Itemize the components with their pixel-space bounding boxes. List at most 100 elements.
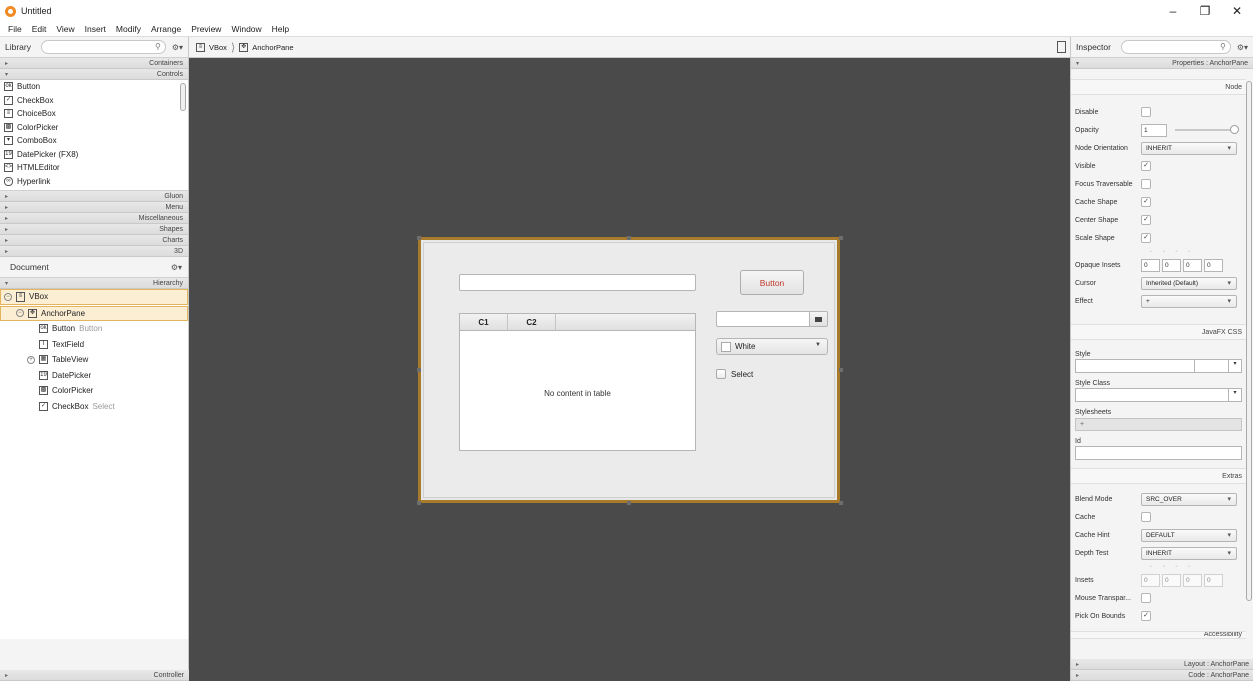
menu-file[interactable]: File bbox=[3, 24, 27, 34]
calendar-icon[interactable] bbox=[809, 312, 827, 326]
checkbox-box[interactable] bbox=[716, 369, 726, 379]
style-value-field[interactable] bbox=[1195, 360, 1229, 372]
slider-knob[interactable] bbox=[1230, 125, 1239, 134]
cursor-select[interactable]: Inherited (Default) bbox=[1141, 276, 1237, 290]
mouse-transparent-checkbox[interactable] bbox=[1141, 593, 1151, 603]
blend-mode-select[interactable]: SRC_OVER bbox=[1141, 492, 1237, 506]
minimize-button[interactable]: – bbox=[1157, 0, 1189, 22]
tree-item-datepicker[interactable]: 19 DatePicker bbox=[0, 368, 188, 384]
canvas-datepicker[interactable] bbox=[716, 311, 828, 327]
library-section-containers[interactable]: ▸ Containers bbox=[0, 58, 188, 69]
gear-icon[interactable]: ⚙▾ bbox=[172, 43, 183, 52]
style-class-field[interactable] bbox=[1076, 389, 1229, 401]
library-section-menu[interactable]: ▸ Menu bbox=[0, 202, 188, 213]
tree-item-textfield[interactable]: I TextField bbox=[0, 337, 188, 353]
document-section-hierarchy[interactable]: ▾ Hierarchy bbox=[0, 278, 188, 289]
design-canvas[interactable]: Button C1 C2 No content in table White ▼… bbox=[189, 58, 1070, 681]
library-search-input[interactable]: ⚲ bbox=[40, 40, 166, 54]
style-input[interactable]: ▾ bbox=[1075, 359, 1242, 373]
menu-help[interactable]: Help bbox=[267, 24, 294, 34]
gear-icon[interactable]: ⚙▾ bbox=[1237, 43, 1248, 52]
tree-item-button[interactable]: ok Button Button bbox=[0, 321, 188, 337]
style-class-input[interactable]: ▾ bbox=[1075, 388, 1242, 402]
add-stylesheet-button[interactable]: + bbox=[1075, 418, 1242, 431]
library-item-checkbox[interactable]: ✓ CheckBox bbox=[0, 94, 188, 108]
id-input[interactable] bbox=[1075, 446, 1242, 460]
menu-insert[interactable]: Insert bbox=[80, 24, 111, 34]
focus-traversable-checkbox[interactable] bbox=[1141, 179, 1151, 189]
canvas-checkbox[interactable]: Select bbox=[716, 369, 753, 379]
pick-on-bounds-checkbox[interactable]: ✓ bbox=[1141, 611, 1151, 621]
disable-checkbox[interactable] bbox=[1141, 107, 1151, 117]
cache-shape-checkbox[interactable]: ✓ bbox=[1141, 197, 1151, 207]
scale-shape-checkbox[interactable]: ✓ bbox=[1141, 233, 1151, 243]
tree-item-colorpicker[interactable]: ▩ ColorPicker bbox=[0, 383, 188, 399]
library-section-shapes[interactable]: ▸ Shapes bbox=[0, 224, 188, 235]
canvas-colorpicker[interactable]: White ▼ bbox=[716, 338, 828, 355]
breadcrumb-item-anchorpane[interactable]: ✥ AnchorPane bbox=[239, 42, 294, 52]
tree-item-anchorpane[interactable]: − ✥ AnchorPane bbox=[0, 305, 188, 321]
resize-handle[interactable] bbox=[417, 236, 421, 240]
inset-right-input[interactable]: 0 bbox=[1162, 258, 1181, 272]
inset-top-input[interactable]: 0 bbox=[1141, 258, 1160, 272]
code-section[interactable]: ▸ Code : AnchorPane bbox=[1071, 670, 1253, 681]
document-icon[interactable] bbox=[1057, 41, 1066, 53]
restore-button[interactable]: ❐ bbox=[1189, 0, 1221, 22]
breadcrumb-item-vbox[interactable]: ≡ VBox bbox=[196, 42, 227, 52]
menu-window[interactable]: Window bbox=[226, 24, 266, 34]
resize-handle[interactable] bbox=[839, 368, 843, 372]
library-scrollbar[interactable] bbox=[180, 83, 186, 111]
resize-handle[interactable] bbox=[839, 501, 843, 505]
library-section-controls[interactable]: ▾ Controls bbox=[0, 69, 188, 80]
close-button[interactable]: ✕ bbox=[1221, 0, 1253, 22]
menu-edit[interactable]: Edit bbox=[27, 24, 52, 34]
tree-item-vbox[interactable]: − ≡ VBox bbox=[0, 289, 188, 305]
properties-section[interactable]: ▾ Properties : AnchorPane bbox=[1071, 58, 1253, 69]
resize-handle[interactable] bbox=[627, 236, 631, 240]
library-item-button[interactable]: ok Button bbox=[0, 80, 188, 94]
opacity-slider[interactable] bbox=[1175, 125, 1239, 134]
gear-icon[interactable]: ⚙▾ bbox=[171, 263, 182, 272]
library-section-3d[interactable]: ▸ 3D bbox=[0, 246, 188, 257]
layout-section[interactable]: ▸ Layout : AnchorPane bbox=[1071, 659, 1253, 670]
dropdown-icon[interactable]: ▾ bbox=[1229, 360, 1241, 372]
selected-anchorpane[interactable]: Button C1 C2 No content in table White ▼… bbox=[418, 237, 840, 503]
library-section-charts[interactable]: ▸ Charts bbox=[0, 235, 188, 246]
visible-checkbox[interactable]: ✓ bbox=[1141, 161, 1151, 171]
library-item-datepicker[interactable]: 19 DatePicker (FX8) bbox=[0, 148, 188, 162]
collapse-icon[interactable]: − bbox=[16, 309, 24, 318]
collapse-icon[interactable]: − bbox=[4, 292, 12, 301]
library-item-htmleditor[interactable]: <> HTMLEditor bbox=[0, 161, 188, 175]
dropdown-icon[interactable]: ▾ bbox=[1229, 389, 1241, 401]
library-item-hyperlink[interactable]: ∞ Hyperlink bbox=[0, 175, 188, 189]
resize-handle[interactable] bbox=[417, 501, 421, 505]
inset-bottom-input[interactable]: 0 bbox=[1183, 258, 1202, 272]
expand-icon[interactable]: + bbox=[27, 355, 35, 364]
inspector-search-input[interactable]: ⚲ bbox=[1120, 40, 1231, 54]
library-item-combobox[interactable]: ▾ ComboBox bbox=[0, 134, 188, 148]
library-item-colorpicker[interactable]: ▩ ColorPicker bbox=[0, 121, 188, 135]
effect-select[interactable]: + bbox=[1141, 294, 1237, 308]
opacity-input[interactable]: 1 bbox=[1141, 123, 1167, 137]
node-orientation-select[interactable]: INHERIT bbox=[1141, 141, 1237, 155]
tree-item-tableview[interactable]: + ▦ TableView bbox=[0, 352, 188, 368]
menu-preview[interactable]: Preview bbox=[186, 24, 226, 34]
table-column-c1[interactable]: C1 bbox=[460, 314, 508, 330]
style-property-field[interactable] bbox=[1076, 360, 1195, 372]
library-section-gluon[interactable]: ▸ Gluon bbox=[0, 191, 188, 202]
library-item-choicebox[interactable]: ≡ ChoiceBox bbox=[0, 107, 188, 121]
canvas-tableview[interactable]: C1 C2 No content in table bbox=[459, 313, 696, 451]
tree-item-checkbox[interactable]: ✓ CheckBox Select bbox=[0, 399, 188, 415]
menu-view[interactable]: View bbox=[51, 24, 79, 34]
inspector-scrollbar[interactable] bbox=[1246, 81, 1252, 601]
resize-handle[interactable] bbox=[839, 236, 843, 240]
cache-hint-select[interactable]: DEFAULT bbox=[1141, 528, 1237, 542]
inset-left-input[interactable]: 0 bbox=[1204, 258, 1223, 272]
resize-handle[interactable] bbox=[417, 368, 421, 372]
table-column-c2[interactable]: C2 bbox=[508, 314, 556, 330]
controller-section[interactable]: ▸ Controller bbox=[0, 670, 189, 681]
menu-arrange[interactable]: Arrange bbox=[146, 24, 186, 34]
center-shape-checkbox[interactable]: ✓ bbox=[1141, 215, 1151, 225]
depth-test-select[interactable]: INHERIT bbox=[1141, 546, 1237, 560]
menu-modify[interactable]: Modify bbox=[111, 24, 146, 34]
